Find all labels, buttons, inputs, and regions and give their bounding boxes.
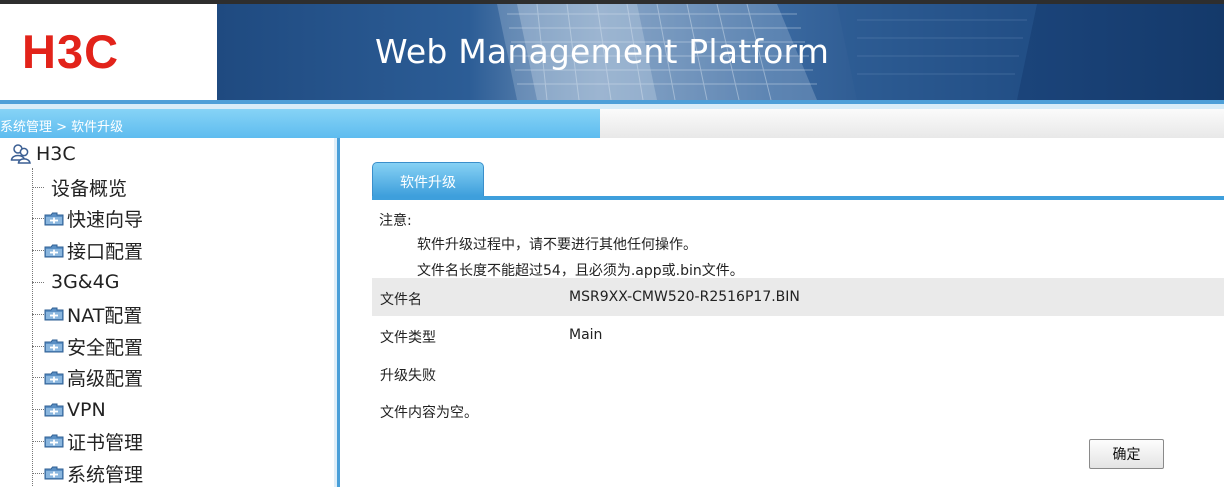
folder-icon[interactable] [44,466,64,480]
sidebar-item-label: 高级配置 [67,368,144,391]
tree-connector [32,250,44,252]
sidebar-splitter[interactable] [334,138,367,487]
field-value: MSR9XX-CMW520-R2516P17.BIN [569,289,800,305]
svg-text:H3C: H3C [22,31,119,71]
breadcrumb-bar-right [600,109,1224,138]
header-banner: Web Management Platform [217,4,1224,100]
sidebar-item-label: 系统管理 [67,463,144,486]
upgrade-message: 文件内容为空。 [380,405,478,421]
sidebar-nav: H3C 设备概览快速向导接口配置 3G&4G NAT配置安全配置高级配置 VPN 证书管… [0,138,334,487]
field-label: 文件类型 [380,330,436,346]
sidebar-item-label: 设备概览 [51,177,128,200]
logo-area: H3C [0,4,217,100]
folder-icon[interactable] [44,339,64,353]
sidebar-item-label: 快速向导 [67,209,144,232]
folder-icon[interactable] [44,403,64,417]
breadcrumb: 系统管理 > 软件升级 [0,120,124,135]
field-row-filename: 文件名 MSR9XX-CMW520-R2516P17.BIN [372,278,1224,316]
tree-connector [32,377,44,379]
folder-icon[interactable] [44,371,64,385]
tab-label: 软件升级 [400,175,456,191]
tree-root[interactable]: H3C [10,140,76,168]
sidebar-item[interactable]: 接口配置 [32,236,143,266]
h3c-logo: H3C [22,31,119,71]
platform-title: Web Management Platform [375,32,830,71]
field-label: 文件名 [380,292,422,308]
tree-connector [32,186,44,188]
sidebar-item[interactable]: 快速向导 [32,204,143,234]
upgrade-status: 升级失败 [380,368,436,384]
field-value: Main [569,327,603,343]
tree-connector [32,345,44,347]
folder-icon[interactable] [44,434,64,448]
tree-connector [32,472,44,474]
sidebar-item[interactable]: 安全配置 [32,331,143,361]
sidebar-item-label: 接口配置 [67,241,144,264]
breadcrumb-bar: 系统管理 > 软件升级 [0,109,600,138]
main-content: 软件升级 注意: 软件升级过程中，请不要进行其他任何操作。 文件名长度不能超过5… [367,138,1224,487]
folder-icon[interactable] [44,307,64,321]
tree-root-label: H3C [36,143,76,165]
sidebar-item[interactable]: 证书管理 [32,426,143,456]
folder-icon[interactable] [44,212,64,226]
sidebar-item-label: VPN [67,398,106,421]
field-row-filetype: 文件类型 Main [372,316,1224,354]
tab-underline [372,196,1224,200]
sidebar-item-label: 安全配置 [67,336,144,359]
notice-title: 注意: [379,213,412,229]
sidebar-item-label: NAT配置 [67,304,143,327]
sidebar-item[interactable]: 高级配置 [32,363,143,393]
tab-software-upgrade[interactable]: 软件升级 [372,162,484,196]
notice-line: 文件名长度不能超过54，且必须为.app或.bin文件。 [417,263,744,279]
sidebar-item[interactable]: NAT配置 [32,299,142,329]
ok-button[interactable]: 确定 [1089,439,1164,469]
page: H3C Web Management Platform 系统管理 > 软件升级 … [0,0,1224,487]
sidebar-item[interactable]: 设备概览 [32,172,127,202]
tree-connector [32,440,44,442]
sidebar-item[interactable]: 3G&4G [32,267,119,297]
sidebar-item[interactable]: VPN [32,395,106,425]
tree-connector [32,409,44,411]
users-icon [10,144,31,164]
notice-line: 软件升级过程中，请不要进行其他任何操作。 [417,237,697,253]
tree-connector [32,313,44,315]
tree-connector [32,218,44,220]
tree-connector [32,281,44,283]
sidebar-item-label: 证书管理 [67,431,144,454]
sidebar-item-label: 3G&4G [51,271,120,294]
sidebar-item[interactable]: 系统管理 [32,458,143,487]
folder-icon[interactable] [44,244,64,258]
